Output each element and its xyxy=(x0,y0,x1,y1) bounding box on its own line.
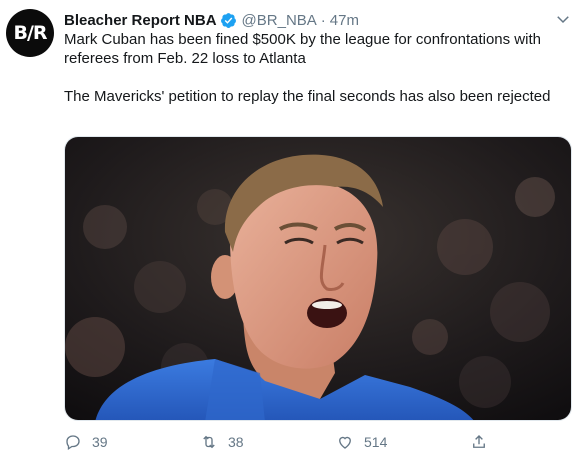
share-button[interactable] xyxy=(470,433,488,451)
reply-count: 39 xyxy=(92,434,108,450)
tweet-paragraph: Mark Cuban has been fined $500K by the l… xyxy=(64,31,541,67)
separator: · xyxy=(320,11,326,29)
caret-down-icon[interactable] xyxy=(554,10,572,28)
photo-illustration xyxy=(65,137,571,420)
tweet[interactable]: B/R Bleacher Report NBA @BR_NBA · 47m Ma… xyxy=(0,0,582,461)
tweet-actions: 39 38 514 xyxy=(64,430,494,454)
timestamp[interactable]: 47m xyxy=(330,12,359,29)
avatar[interactable]: B/R xyxy=(6,9,54,57)
verified-icon xyxy=(220,12,236,28)
like-button[interactable]: 514 xyxy=(336,433,387,451)
handle[interactable]: @BR_NBA xyxy=(242,12,317,29)
tweet-header: Bleacher Report NBA @BR_NBA · 47m xyxy=(64,9,359,31)
reply-button[interactable]: 39 xyxy=(64,433,108,451)
retweet-icon xyxy=(203,435,215,449)
like-count: 514 xyxy=(364,434,388,450)
tweet-photo[interactable] xyxy=(64,136,572,421)
retweet-button[interactable]: 38 xyxy=(200,433,244,451)
tweet-paragraph: The Mavericks' petition to replay the fi… xyxy=(64,88,551,105)
retweet-count: 38 xyxy=(228,434,244,450)
reply-icon xyxy=(66,435,80,451)
like-icon xyxy=(339,436,351,449)
share-icon xyxy=(473,435,485,448)
tweet-text: Mark Cuban has been fined $500K by the l… xyxy=(64,30,564,106)
avatar-logo: B/R xyxy=(13,22,47,44)
display-name[interactable]: Bleacher Report NBA xyxy=(64,12,217,29)
